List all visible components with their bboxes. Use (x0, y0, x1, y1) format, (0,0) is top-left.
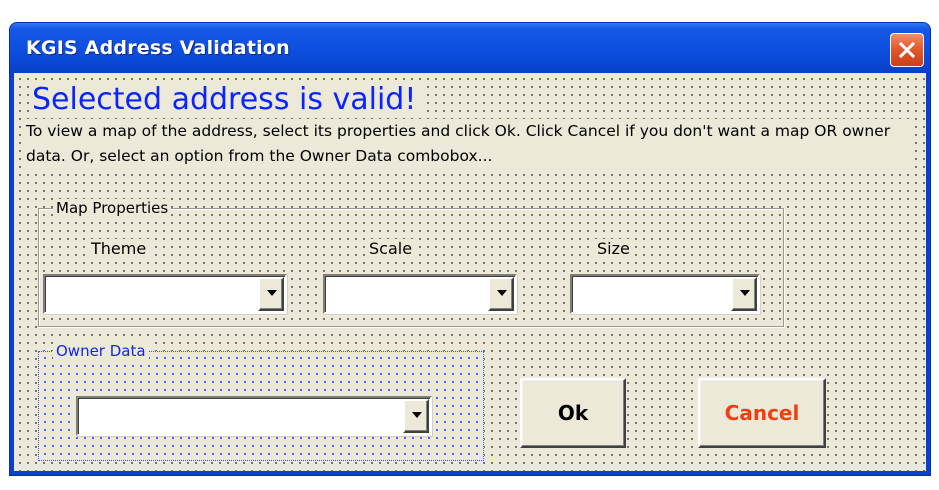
instructions-text: To view a map of the address, select its… (26, 119, 912, 169)
close-icon (898, 41, 916, 59)
owner-data-dropdown-button[interactable] (403, 399, 429, 433)
map-properties-frame: Map Properties Theme Scale Size (38, 199, 784, 327)
scale-dropdown-button[interactable] (488, 277, 514, 311)
chevron-down-icon (412, 412, 422, 418)
scale-combobox[interactable] (323, 274, 517, 314)
chevron-down-icon (267, 290, 277, 296)
dialog-body: Selected address is valid! To view a map… (14, 73, 926, 471)
theme-label: Theme (88, 239, 150, 258)
owner-data-frame: Owner Data (38, 342, 484, 461)
window-title: KGIS Address Validation (26, 37, 290, 59)
validation-headline: Selected address is valid! (32, 83, 423, 117)
map-properties-legend: Map Properties (53, 199, 172, 217)
size-combobox[interactable] (570, 274, 760, 314)
ok-button[interactable]: Ok (520, 378, 626, 448)
title-bar[interactable]: KGIS Address Validation (10, 23, 930, 73)
dialog-window: KGIS Address Validation Selected address… (9, 22, 931, 476)
cancel-button[interactable]: Cancel (698, 378, 826, 448)
size-label: Size (594, 239, 633, 258)
owner-data-combobox[interactable] (76, 396, 432, 436)
owner-data-legend: Owner Data (53, 342, 149, 360)
scale-label: Scale (366, 239, 416, 258)
chevron-down-icon (497, 290, 507, 296)
theme-dropdown-button[interactable] (258, 277, 284, 311)
theme-combobox[interactable] (43, 274, 287, 314)
size-dropdown-button[interactable] (731, 277, 757, 311)
close-button[interactable] (890, 33, 924, 67)
chevron-down-icon (740, 290, 750, 296)
